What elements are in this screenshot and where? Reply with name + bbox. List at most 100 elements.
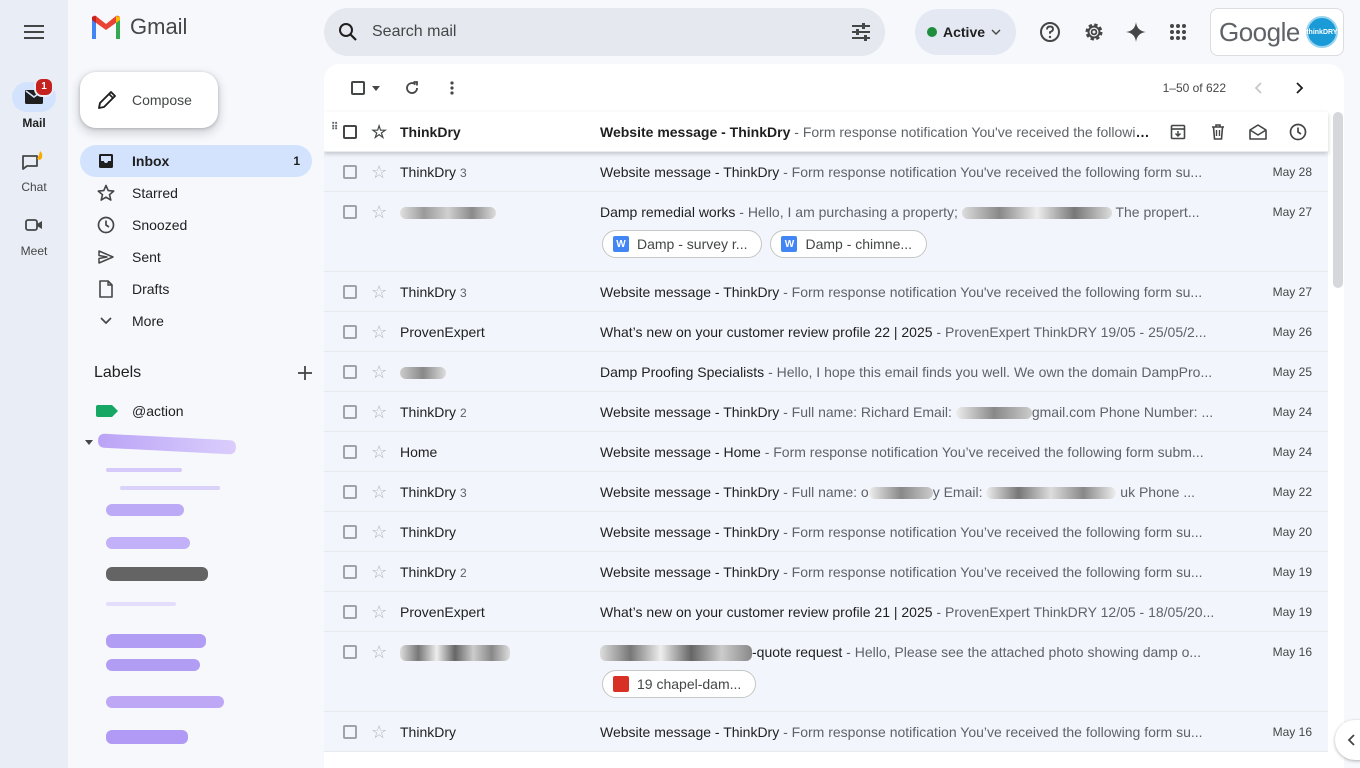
star-icon[interactable]: ☆ xyxy=(371,722,387,742)
nav-item-snoozed[interactable]: Snoozed xyxy=(80,209,312,241)
message-row[interactable]: ☆ Home Website message - Home - Form res… xyxy=(324,432,1328,472)
label-expand-arrow-icon[interactable] xyxy=(85,440,93,446)
search-bar[interactable] xyxy=(324,8,885,56)
compose-button[interactable]: Compose xyxy=(80,72,218,128)
star-icon[interactable]: ☆ xyxy=(371,122,387,142)
message-row[interactable]: ☆ ThinkDry Website message - ThinkDry - … xyxy=(324,712,1328,752)
select-dropdown-button[interactable] xyxy=(368,70,384,106)
search-options-button[interactable] xyxy=(837,8,885,56)
row-checkbox[interactable] xyxy=(343,645,357,659)
apps-button[interactable] xyxy=(1158,12,1198,52)
star-icon[interactable]: ☆ xyxy=(371,522,387,542)
redacted-label[interactable] xyxy=(106,634,206,648)
redacted-label[interactable] xyxy=(97,433,237,455)
star-icon[interactable]: ☆ xyxy=(371,402,387,422)
message-row[interactable]: ☆ Damp Proofing Specialists - Hello, I h… xyxy=(324,352,1328,392)
gemini-button[interactable] xyxy=(1116,12,1156,52)
row-checkbox[interactable] xyxy=(343,485,357,499)
redacted-label[interactable] xyxy=(106,468,182,472)
row-sender: ThinkDry xyxy=(400,724,580,740)
message-row[interactable]: ☆ ThinkDry 3 Website message - ThinkDry -… xyxy=(324,472,1328,512)
row-checkbox[interactable] xyxy=(343,125,357,139)
redacted-label[interactable] xyxy=(106,730,188,744)
nav-item-sent[interactable]: Sent xyxy=(80,241,312,273)
more-actions-button[interactable] xyxy=(434,70,470,106)
rail-label-chat: Chat xyxy=(21,180,47,194)
star-icon[interactable]: ☆ xyxy=(371,162,387,182)
avatar[interactable]: thinkDRY xyxy=(1305,16,1338,48)
support-button[interactable] xyxy=(1030,12,1070,52)
row-checkbox[interactable] xyxy=(343,365,357,379)
rail-pill-meet xyxy=(12,210,56,240)
row-checkbox[interactable] xyxy=(343,285,357,299)
rail-item-mail[interactable]: 1 Mail xyxy=(0,77,68,130)
nav-item-inbox[interactable]: Inbox 1 xyxy=(80,145,312,177)
refresh-button[interactable] xyxy=(394,70,430,106)
row-checkbox[interactable] xyxy=(343,165,357,179)
row-checkbox[interactable] xyxy=(343,205,357,219)
message-row[interactable]: ☆ -quote request - Hello, Please see the… xyxy=(324,632,1328,712)
main-menu-button[interactable] xyxy=(14,12,54,52)
rail-item-chat[interactable]: Chat xyxy=(0,146,68,194)
star-icon[interactable]: ☆ xyxy=(371,482,387,502)
message-row[interactable]: ☆ ProvenExpert What’s new on your custom… xyxy=(324,592,1328,632)
gmail-logo[interactable]: Gmail xyxy=(90,14,187,40)
star-icon[interactable]: ☆ xyxy=(371,282,387,302)
star-icon[interactable]: ☆ xyxy=(371,442,387,462)
redacted-label[interactable] xyxy=(106,567,208,581)
redacted-text xyxy=(600,645,752,662)
star-icon[interactable]: ☆ xyxy=(371,202,387,222)
redacted-label[interactable] xyxy=(120,486,220,490)
message-row[interactable]: ☆ ThinkDry 3 Website message - ThinkDry -… xyxy=(324,152,1328,192)
star-icon[interactable]: ☆ xyxy=(371,562,387,582)
archive-button[interactable] xyxy=(1164,118,1192,146)
row-checkbox[interactable] xyxy=(343,405,357,419)
settings-button[interactable] xyxy=(1074,12,1114,52)
mark-as-read-button[interactable] xyxy=(1244,118,1272,146)
star-icon[interactable]: ☆ xyxy=(371,642,387,662)
row-checkbox[interactable] xyxy=(343,445,357,459)
row-checkbox[interactable] xyxy=(343,325,357,339)
attachment-chip[interactable]: 19 chapel-dam... xyxy=(602,670,757,698)
redacted-label[interactable] xyxy=(106,602,176,606)
snooze-button[interactable] xyxy=(1284,118,1312,146)
row-checkbox[interactable] xyxy=(343,725,357,739)
row-checkbox[interactable] xyxy=(343,605,357,619)
drag-handle-icon[interactable]: ⠿ xyxy=(331,123,338,133)
nav-item-drafts[interactable]: Drafts xyxy=(80,273,312,305)
nav-item-starred[interactable]: Starred xyxy=(80,177,312,209)
search-button[interactable] xyxy=(324,8,372,56)
message-row[interactable]: ⠿ ☆ ThinkDry Website message - ThinkDry … xyxy=(324,112,1328,152)
newer-button[interactable] xyxy=(1240,70,1276,106)
star-icon[interactable]: ☆ xyxy=(371,362,387,382)
row-checkbox[interactable] xyxy=(343,565,357,579)
redacted-label[interactable] xyxy=(106,537,190,549)
list-scrollbar[interactable] xyxy=(1333,112,1343,288)
message-row[interactable]: ☆ ThinkDry 2 Website message - ThinkDry -… xyxy=(324,392,1328,432)
add-label-icon[interactable] xyxy=(298,366,312,380)
subject-text: What’s new on your customer review profi… xyxy=(600,324,933,340)
sender-name: Home xyxy=(400,444,438,460)
redacted-label[interactable] xyxy=(106,504,184,516)
older-button[interactable] xyxy=(1282,70,1318,106)
delete-button[interactable] xyxy=(1204,118,1232,146)
redacted-label[interactable] xyxy=(106,659,200,671)
account-switcher[interactable]: Google thinkDRY xyxy=(1210,8,1344,56)
star-icon[interactable]: ☆ xyxy=(371,602,387,622)
row-checkbox[interactable] xyxy=(343,525,357,539)
message-row[interactable]: ☆ ThinkDry 3 Website message - ThinkDry -… xyxy=(324,272,1328,312)
message-row[interactable]: ☆ Damp remedial works - Hello, I am purc… xyxy=(324,192,1328,272)
message-row[interactable]: ☆ ThinkDry 2 Website message - ThinkDry -… xyxy=(324,552,1328,592)
status-selector[interactable]: Active xyxy=(915,9,1016,55)
redacted-label[interactable] xyxy=(106,696,224,708)
label-item-action[interactable]: @action xyxy=(96,403,184,419)
star-icon[interactable]: ☆ xyxy=(371,322,387,342)
search-input[interactable] xyxy=(372,23,837,41)
nav-item-more[interactable]: More xyxy=(80,305,312,337)
rail-item-meet[interactable]: Meet xyxy=(0,210,68,258)
attachment-chip[interactable]: W Damp - survey r... xyxy=(602,230,763,258)
message-row[interactable]: ☆ ProvenExpert What’s new on your custom… xyxy=(324,312,1328,352)
message-row[interactable]: ☆ ThinkDry Website message - ThinkDry - … xyxy=(324,512,1328,552)
chevron-left-icon xyxy=(1254,82,1262,94)
attachment-chip[interactable]: W Damp - chimne... xyxy=(770,230,928,258)
